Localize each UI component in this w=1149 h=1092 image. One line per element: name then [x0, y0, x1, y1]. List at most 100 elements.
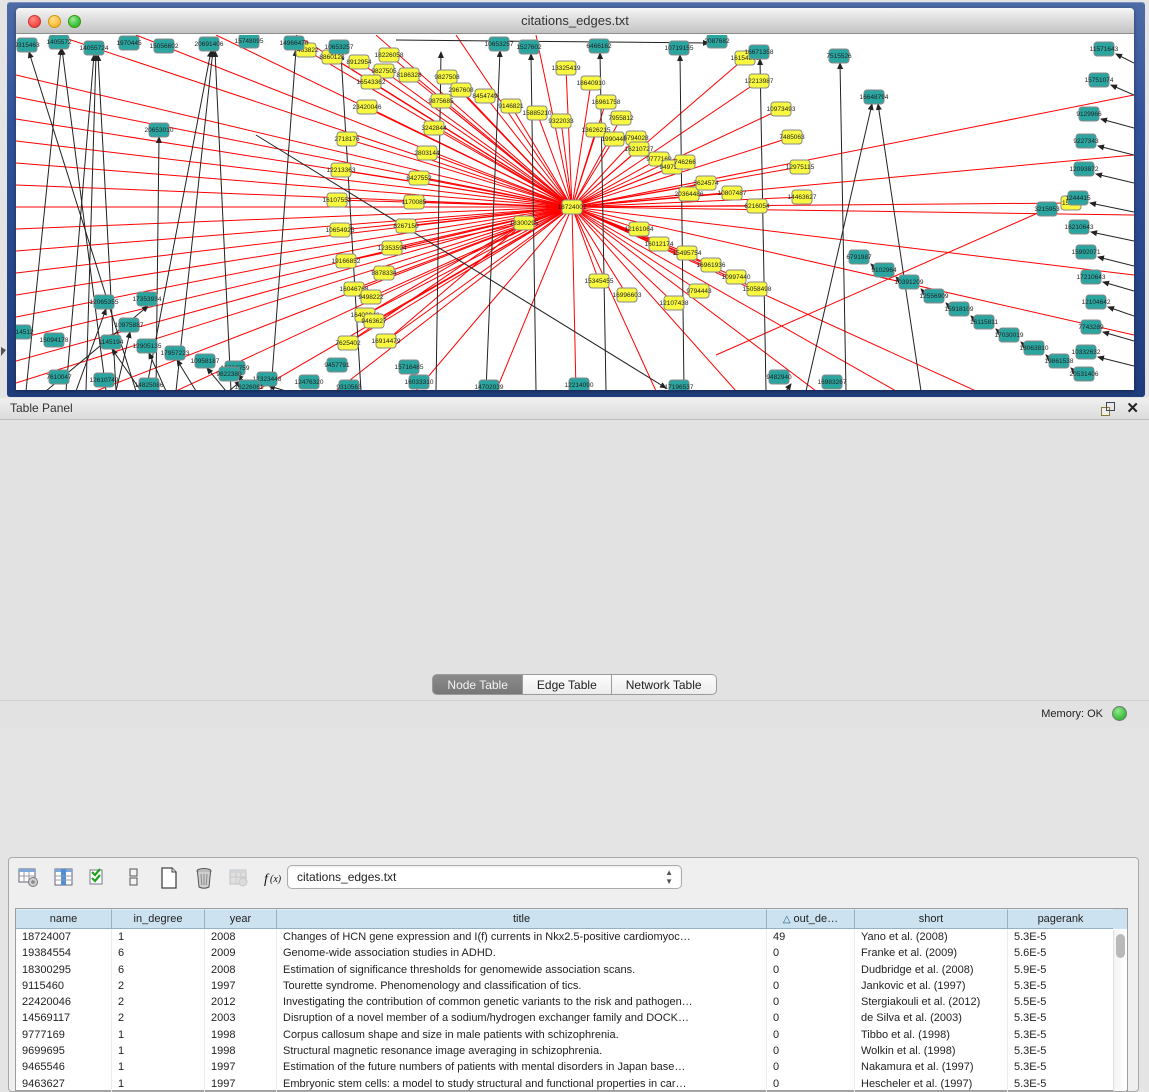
table-cell[interactable]: Nakamura et al. (1997)	[855, 1059, 1008, 1075]
rows-icon[interactable]	[122, 866, 146, 890]
table-cell[interactable]: 14569117	[16, 1010, 112, 1026]
close-panel-icon[interactable]: ✕	[1126, 400, 1139, 418]
table-cell[interactable]: 1	[112, 1027, 205, 1043]
table-cell[interactable]: 6	[112, 962, 205, 978]
table-cell[interactable]: 5.3E-5	[1008, 1059, 1113, 1075]
column-header-pagerank[interactable]: pagerank	[1008, 909, 1113, 929]
table-cell[interactable]: Wolkin et al. (1998)	[855, 1043, 1008, 1059]
table-cell[interactable]: 2008	[205, 929, 277, 945]
scrollbar-thumb[interactable]	[1116, 934, 1125, 958]
column-header-title[interactable]: title	[277, 909, 767, 929]
tab-network-table[interactable]: Network Table	[612, 674, 717, 695]
table-cell[interactable]: 0	[767, 1043, 855, 1059]
new-table-icon[interactable]	[157, 866, 181, 890]
table-cell[interactable]: Tourette syndrome. Phenomenology and cla…	[277, 978, 767, 994]
table-row[interactable]: 969969511998Structural magnetic resonanc…	[16, 1043, 1127, 1059]
delete-table-icon[interactable]	[192, 866, 216, 890]
column-check-icon[interactable]	[87, 866, 111, 890]
table-cell[interactable]: Dudbridge et al. (2008)	[855, 962, 1008, 978]
column-header-in_degree[interactable]: in_degree	[112, 909, 205, 929]
table-row[interactable]: 911546021997Tourette syndrome. Phenomeno…	[16, 978, 1127, 994]
table-row[interactable]: 1456911722003Disruption of a novel membe…	[16, 1010, 1127, 1026]
table-cell[interactable]: Tibbo et al. (1998)	[855, 1027, 1008, 1043]
node-table[interactable]: namein_degreeyeartitle△out_de…shortpager…	[15, 908, 1128, 1091]
table-cell[interactable]: 0	[767, 945, 855, 961]
table-cell[interactable]: 5.3E-5	[1008, 1076, 1113, 1092]
table-row[interactable]: 1938455462009Genome-wide association stu…	[16, 945, 1127, 961]
select-column-icon[interactable]	[52, 866, 76, 890]
column-header-short[interactable]: short	[855, 909, 1008, 929]
table-cell[interactable]: 9699695	[16, 1043, 112, 1059]
function-builder-icon[interactable]: f(x)	[262, 866, 286, 890]
table-cell[interactable]: Investigating the contribution of common…	[277, 994, 767, 1010]
table-cell[interactable]: 1998	[205, 1043, 277, 1059]
table-cell[interactable]: 2008	[205, 962, 277, 978]
table-row[interactable]: 977716911998Corpus callosum shape and si…	[16, 1027, 1127, 1043]
table-cell[interactable]: 9115460	[16, 978, 112, 994]
table-selector-dropdown[interactable]: citations_edges.txt ▲▼	[287, 865, 682, 889]
table-cell[interactable]: 0	[767, 1027, 855, 1043]
table-cell[interactable]: 5.9E-5	[1008, 962, 1113, 978]
table-cell[interactable]: 0	[767, 1059, 855, 1075]
table-cell[interactable]: 5.3E-5	[1008, 978, 1113, 994]
table-cell[interactable]: Structural magnetic resonance image aver…	[277, 1043, 767, 1059]
window-close-button[interactable]	[28, 15, 41, 28]
table-cell[interactable]: Estimation of significance thresholds fo…	[277, 962, 767, 978]
table-cell[interactable]: Disruption of a novel member of a sodium…	[277, 1010, 767, 1026]
tab-edge-table[interactable]: Edge Table	[523, 674, 612, 695]
table-cell[interactable]: 5.3E-5	[1008, 1027, 1113, 1043]
column-header-out_de[interactable]: △out_de…	[767, 909, 855, 929]
table-cell[interactable]: 19384554	[16, 945, 112, 961]
table-settings-icon[interactable]	[17, 866, 41, 890]
table-row[interactable]: 1830029562008Estimation of significance …	[16, 962, 1127, 978]
table-cell[interactable]: 2003	[205, 1010, 277, 1026]
table-cell[interactable]: 9465546	[16, 1059, 112, 1075]
table-cell[interactable]: 5.3E-5	[1008, 929, 1113, 945]
table-cell[interactable]: Stergiakouli et al. (2012)	[855, 994, 1008, 1010]
table-cell[interactable]: 0	[767, 962, 855, 978]
window-zoom-button[interactable]	[68, 15, 81, 28]
table-cell[interactable]: Estimation of the future numbers of pati…	[277, 1059, 767, 1075]
table-row[interactable]: 2242004622012Investigating the contribut…	[16, 994, 1127, 1010]
table-cell[interactable]: 2009	[205, 945, 277, 961]
table-cell[interactable]: 9463627	[16, 1076, 112, 1092]
table-cell[interactable]: Changes of HCN gene expression and I(f) …	[277, 929, 767, 945]
table-header-row[interactable]: namein_degreeyeartitle△out_de…shortpager…	[16, 909, 1127, 929]
vertical-scrollbar[interactable]	[1113, 930, 1126, 1091]
table-cell[interactable]: de Silva et al. (2003)	[855, 1010, 1008, 1026]
table-cell[interactable]: 1997	[205, 1076, 277, 1092]
column-header-name[interactable]: name	[16, 909, 112, 929]
table-row[interactable]: 1872400712008Changes of HCN gene express…	[16, 929, 1127, 945]
table-cell[interactable]: 5.6E-5	[1008, 945, 1113, 961]
table-cell[interactable]: Hescheler et al. (1997)	[855, 1076, 1008, 1092]
table-cell[interactable]: 6	[112, 945, 205, 961]
table-cell[interactable]: 0	[767, 978, 855, 994]
import-table-icon[interactable]	[227, 866, 251, 890]
citation-network-graph[interactable]: 7463822886012889129541822605898275058186…	[16, 35, 1134, 390]
table-cell[interactable]: 22420046	[16, 994, 112, 1010]
table-cell[interactable]: 1	[112, 1043, 205, 1059]
table-cell[interactable]: 18300295	[16, 962, 112, 978]
table-cell[interactable]: 1997	[205, 1059, 277, 1075]
table-cell[interactable]: 5.3E-5	[1008, 1043, 1113, 1059]
table-cell[interactable]: 1	[112, 1076, 205, 1092]
table-cell[interactable]: 2	[112, 994, 205, 1010]
table-cell[interactable]: 0	[767, 1076, 855, 1092]
table-row[interactable]: 946362711997Embryonic stem cells: a mode…	[16, 1076, 1127, 1092]
table-cell[interactable]: Yano et al. (2008)	[855, 929, 1008, 945]
table-cell[interactable]: 2	[112, 1010, 205, 1026]
table-cell[interactable]: Jankovic et al. (1997)	[855, 978, 1008, 994]
table-cell[interactable]: 1998	[205, 1027, 277, 1043]
table-cell[interactable]: Corpus callosum shape and size in male p…	[277, 1027, 767, 1043]
table-cell[interactable]: Franke et al. (2009)	[855, 945, 1008, 961]
table-cell[interactable]: 1	[112, 929, 205, 945]
table-cell[interactable]: Genome-wide association studies in ADHD.	[277, 945, 767, 961]
column-header-year[interactable]: year	[205, 909, 277, 929]
table-cell[interactable]: Embryonic stem cells: a model to study s…	[277, 1076, 767, 1092]
window-titlebar[interactable]: citations_edges.txt	[16, 8, 1134, 34]
table-cell[interactable]: 2	[112, 978, 205, 994]
table-cell[interactable]: 5.3E-5	[1008, 1010, 1113, 1026]
table-cell[interactable]: 5.5E-5	[1008, 994, 1113, 1010]
window-minimize-button[interactable]	[48, 15, 61, 28]
table-cell[interactable]: 0	[767, 994, 855, 1010]
